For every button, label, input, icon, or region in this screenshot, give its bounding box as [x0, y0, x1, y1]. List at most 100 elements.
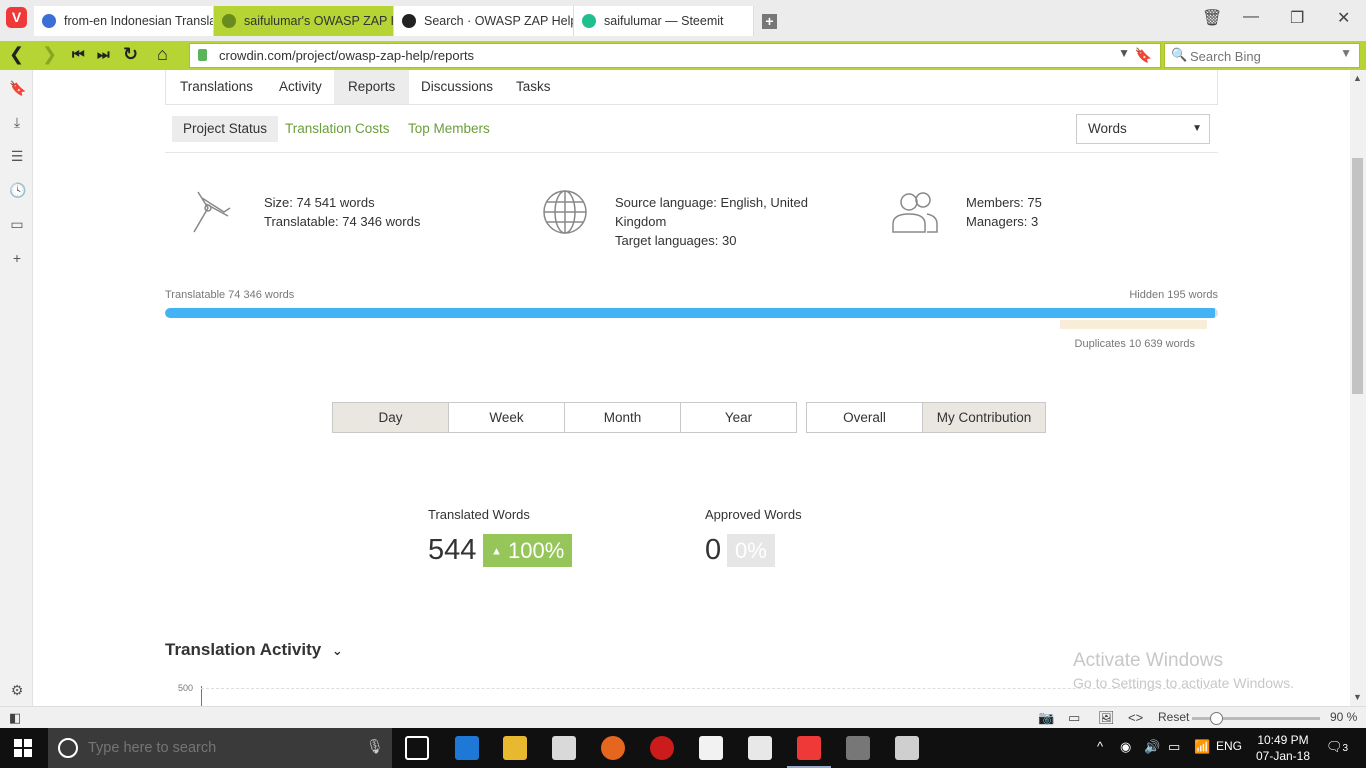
zoom-slider[interactable] — [1192, 712, 1320, 725]
period-month-button[interactable]: Month — [564, 402, 681, 433]
notification-count: 3 — [1342, 743, 1349, 754]
nav-reports[interactable]: Reports — [334, 70, 410, 104]
translatable-progress-bar — [165, 308, 1218, 318]
translated-words-label: Translated Words — [428, 507, 530, 522]
url-history-dropdown[interactable]: ▼ — [1118, 46, 1130, 60]
period-day-button[interactable]: Day — [332, 402, 449, 433]
trash-icon[interactable]: 🗑 — [1202, 8, 1222, 28]
tab-owasp-zap-help[interactable]: saifulumar's OWASP ZAP He — [214, 6, 394, 36]
vivaldi-menu-button[interactable]: V — [6, 7, 27, 28]
notes-icon[interactable]: ☰ — [9, 148, 25, 164]
tab-github-search[interactable]: Search · OWASP ZAP Help · C — [394, 6, 574, 36]
unit-select[interactable]: Words ▼ — [1076, 114, 1210, 144]
nav-translations[interactable]: Translations — [166, 70, 267, 104]
edge-icon[interactable] — [455, 736, 479, 760]
scrollbar-thumb[interactable] — [1352, 158, 1363, 394]
tiling-icon[interactable]: ▭ — [1068, 710, 1080, 726]
forward-button[interactable]: ❯ — [42, 44, 57, 65]
activate-windows-subtitle: Go to Settings to activate Windows. — [1073, 675, 1294, 691]
duplicates-label: Duplicates 10 639 words — [1074, 338, 1195, 350]
app-icon[interactable] — [846, 736, 870, 760]
photos-icon[interactable] — [895, 736, 919, 760]
activate-windows-title: Activate Windows — [1073, 650, 1223, 671]
search-engine-box[interactable]: 🔍 ▼ — [1164, 43, 1360, 68]
translated-words-value: 544 — [428, 534, 477, 566]
windows-start-icon[interactable] — [14, 739, 32, 757]
settings-gear-icon[interactable]: ⚙ — [9, 682, 25, 698]
scroll-down-icon[interactable]: ▼ — [1353, 692, 1362, 702]
scope-my-contribution-button[interactable]: My Contribution — [922, 402, 1046, 433]
bookmarks-icon[interactable]: 🔖 — [9, 80, 26, 96]
capture-icon[interactable]: 📷 — [1038, 710, 1054, 726]
record-icon[interactable]: ◉ — [1120, 739, 1131, 755]
taskbar-search-input[interactable] — [88, 738, 348, 758]
nav-activity[interactable]: Activity — [265, 70, 336, 104]
document-icon[interactable] — [699, 736, 723, 760]
opera-icon[interactable] — [650, 736, 674, 760]
translation-activity-title[interactable]: Translation Activity ⌄ — [165, 640, 343, 660]
approved-words-label: Approved Words — [705, 507, 802, 522]
subnav-project-status[interactable]: Project Status — [172, 116, 279, 142]
new-tab-button[interactable]: + — [762, 14, 777, 29]
nav-discussions[interactable]: Discussions — [407, 70, 507, 104]
scope-overall-button[interactable]: Overall — [806, 402, 923, 433]
page-scrollbar[interactable]: ▲ ▼ — [1350, 70, 1366, 706]
store-icon[interactable] — [552, 736, 576, 760]
source-language-stat-cont: Kingdom — [615, 214, 667, 229]
taskbar-clock[interactable]: 10:49 PM 07-Jan-18 — [1248, 732, 1318, 764]
chart-gridline — [201, 688, 1211, 689]
period-year-button[interactable]: Year — [680, 402, 797, 433]
microphone-icon[interactable]: 🎙 — [366, 738, 384, 755]
page-content: Translations Activity Reports Discussion… — [33, 70, 1350, 706]
reload-button[interactable]: ↻ — [123, 44, 138, 65]
chevron-down-icon[interactable]: ⌄ — [332, 643, 343, 658]
url-bar[interactable]: crowdin.com/project/owasp-zap-help/repor… — [189, 43, 1161, 68]
subnav-translation-costs[interactable]: Translation Costs — [274, 116, 401, 142]
battery-icon[interactable]: ▭ — [1168, 739, 1180, 755]
home-button[interactable]: ⌂ — [157, 44, 168, 65]
subnav-top-members[interactable]: Top Members — [397, 116, 501, 142]
volume-icon[interactable]: 🔊 — [1144, 739, 1160, 755]
file-explorer-icon[interactable] — [503, 736, 527, 760]
back-button[interactable]: ❮ — [9, 44, 24, 65]
tray-chevron-icon[interactable]: ^ — [1097, 739, 1103, 754]
rewind-button[interactable]: ⏮ — [72, 46, 85, 63]
github-favicon-icon — [402, 14, 416, 28]
taskbar-search[interactable]: 🎙 — [48, 728, 392, 768]
bookmark-icon[interactable]: 🔖 — [1135, 47, 1152, 64]
search-input[interactable] — [1190, 47, 1340, 65]
language-indicator[interactable]: ENG — [1216, 739, 1242, 753]
notifications-icon[interactable]: 🗨3 — [1326, 739, 1348, 755]
add-panel-icon[interactable]: + — [9, 250, 25, 266]
zoom-reset-button[interactable]: Reset — [1158, 710, 1189, 724]
history-icon[interactable]: 🕓 — [9, 182, 26, 198]
reports-subnav: Project Status Translation Costs Top Mem… — [165, 105, 1218, 153]
search-engine-dropdown[interactable]: ▼ — [1340, 46, 1352, 60]
source-language-stat: Source language: English, United — [615, 195, 808, 210]
browser-tab-bar: V from-en Indonesian Translat saifulumar… — [0, 0, 1366, 41]
window-panel-icon[interactable]: ▭ — [9, 216, 25, 232]
zoom-slider-knob[interactable] — [1210, 712, 1223, 725]
image-icon[interactable]: 🖼 — [1098, 710, 1115, 726]
tab-crowdin-indonesian[interactable]: from-en Indonesian Translat — [34, 6, 214, 36]
tab-steemit[interactable]: saifulumar — Steemit — [574, 6, 754, 36]
vivaldi-taskbar-icon[interactable] — [787, 736, 831, 768]
mail-icon[interactable] — [748, 736, 772, 760]
panel-toggle-icon[interactable]: ◧ — [9, 710, 21, 726]
restore-button[interactable]: ❐ — [1290, 8, 1304, 28]
firefox-icon[interactable] — [601, 736, 625, 760]
nav-tasks[interactable]: Tasks — [502, 70, 565, 104]
task-view-icon[interactable] — [405, 736, 429, 760]
minimize-button[interactable]: — — [1243, 8, 1259, 26]
translated-change-badge: ▲ 100% — [483, 534, 573, 567]
page-actions-icon[interactable]: <> — [1128, 710, 1143, 725]
period-week-button[interactable]: Week — [448, 402, 565, 433]
scroll-up-icon[interactable]: ▲ — [1353, 73, 1362, 83]
downloads-icon[interactable]: ⤓ — [9, 114, 25, 130]
project-nav: Translations Activity Reports Discussion… — [165, 70, 1218, 105]
hidden-words-label: Hidden 195 words — [1129, 289, 1218, 301]
fast-forward-button[interactable]: ⏭ — [97, 46, 110, 63]
network-icon[interactable]: 📶 — [1194, 739, 1210, 755]
close-button[interactable]: ✕ — [1337, 8, 1350, 28]
unit-select-value: Words — [1088, 121, 1127, 136]
